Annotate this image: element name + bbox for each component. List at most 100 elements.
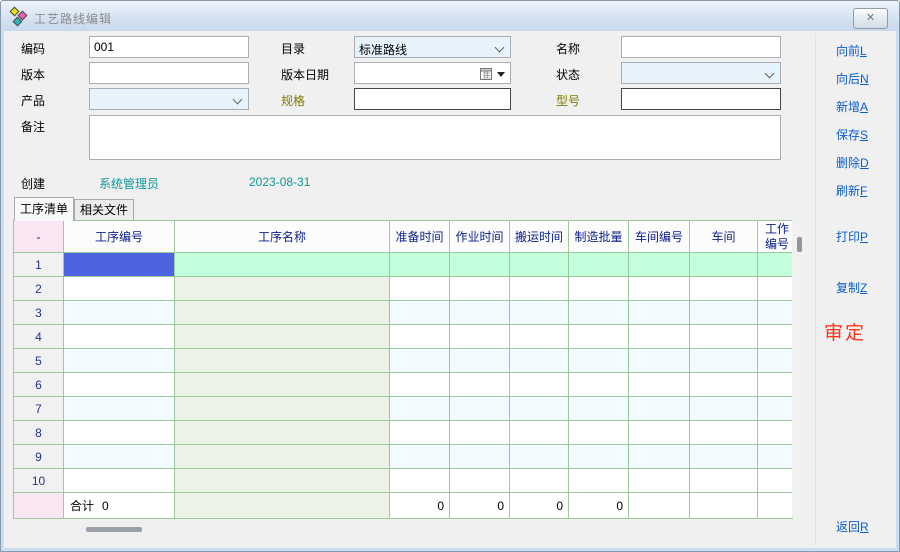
row-number[interactable]: 6 (14, 373, 64, 397)
grid-cell[interactable] (64, 373, 175, 397)
grid-cell[interactable] (450, 325, 510, 349)
row-number[interactable]: 4 (14, 325, 64, 349)
grid-cell[interactable] (690, 421, 758, 445)
grid-cell[interactable] (390, 301, 450, 325)
grid-cell[interactable] (690, 373, 758, 397)
grid-cell[interactable] (450, 349, 510, 373)
grid-cell[interactable] (629, 349, 690, 373)
grid-cell[interactable] (510, 469, 569, 493)
col-header-process-name[interactable]: 工序名称 (175, 221, 390, 253)
grid-cell[interactable] (690, 277, 758, 301)
row-number[interactable]: 1 (14, 253, 64, 277)
row-number[interactable]: 7 (14, 397, 64, 421)
grid-cell[interactable] (175, 277, 390, 301)
row-number[interactable]: 10 (14, 469, 64, 493)
add-button[interactable]: 新增A (836, 98, 868, 115)
model-input[interactable] (621, 88, 781, 110)
grid-cell[interactable] (758, 373, 793, 397)
grid-cell[interactable] (64, 445, 175, 469)
col-header-workshop-code[interactable]: 车间编号 (629, 221, 690, 253)
grid-cell[interactable] (629, 301, 690, 325)
horizontal-scrollbar[interactable] (13, 521, 807, 538)
grid-cell[interactable] (629, 397, 690, 421)
version-input[interactable] (89, 62, 249, 84)
grid-cell[interactable] (629, 325, 690, 349)
grid-cell[interactable] (175, 469, 390, 493)
grid-cell[interactable] (64, 277, 175, 301)
grid-cell[interactable] (569, 277, 629, 301)
forward-button[interactable]: 向前L (836, 42, 867, 59)
grid-cell[interactable] (390, 421, 450, 445)
grid-cell[interactable] (758, 349, 793, 373)
grid-cell[interactable] (690, 301, 758, 325)
grid-cell[interactable] (510, 397, 569, 421)
grid-cell[interactable] (758, 301, 793, 325)
grid-cell[interactable] (510, 421, 569, 445)
grid-cell[interactable] (450, 421, 510, 445)
grid-cell[interactable] (175, 349, 390, 373)
grid-cell[interactable] (450, 253, 510, 277)
product-combo[interactable] (89, 88, 249, 110)
row-number[interactable]: 2 (14, 277, 64, 301)
grid-cell[interactable] (690, 253, 758, 277)
spec-input[interactable] (354, 88, 511, 110)
grid-cell[interactable] (390, 469, 450, 493)
grid-cell[interactable] (569, 373, 629, 397)
grid-cell[interactable] (690, 397, 758, 421)
grid-cell[interactable] (450, 373, 510, 397)
grid-cell[interactable] (758, 325, 793, 349)
name-input[interactable] (621, 36, 781, 58)
vertical-scrollbar[interactable] (792, 220, 807, 518)
grid-cell[interactable] (390, 397, 450, 421)
grid-cell[interactable] (629, 373, 690, 397)
row-number[interactable]: 9 (14, 445, 64, 469)
grid-cell[interactable] (758, 421, 793, 445)
grid-cell[interactable] (690, 469, 758, 493)
grid-corner-header[interactable]: - (14, 221, 64, 253)
grid-cell[interactable] (510, 277, 569, 301)
grid-cell[interactable] (450, 397, 510, 421)
grid-cell[interactable] (390, 373, 450, 397)
grid-cell[interactable] (64, 349, 175, 373)
grid-cell[interactable] (690, 325, 758, 349)
catalog-combo[interactable]: 标准路线 (354, 36, 511, 58)
grid-cell[interactable] (390, 349, 450, 373)
grid-cell[interactable] (64, 469, 175, 493)
refresh-button[interactable]: 刷新F (836, 182, 867, 199)
col-header-prep-time[interactable]: 准备时间 (390, 221, 450, 253)
vertical-scrollbar-thumb[interactable] (797, 237, 802, 252)
grid-cell[interactable] (390, 445, 450, 469)
grid-cell[interactable] (629, 277, 690, 301)
grid-cell[interactable] (64, 325, 175, 349)
grid-cell[interactable] (569, 397, 629, 421)
grid-cell[interactable] (450, 301, 510, 325)
grid-cell[interactable] (569, 253, 629, 277)
grid-cell[interactable] (758, 253, 793, 277)
grid-cell[interactable] (390, 325, 450, 349)
grid-cell[interactable] (569, 301, 629, 325)
grid-cell[interactable] (569, 349, 629, 373)
grid-cell[interactable] (569, 445, 629, 469)
col-header-workshop[interactable]: 车间 (690, 221, 758, 253)
selected-cell[interactable] (64, 253, 175, 277)
grid-cell[interactable] (510, 445, 569, 469)
grid-cell[interactable] (450, 277, 510, 301)
print-button[interactable]: 打印P (836, 228, 868, 245)
row-number[interactable]: 5 (14, 349, 64, 373)
grid-cell[interactable] (175, 253, 390, 277)
horizontal-scrollbar-thumb[interactable] (86, 527, 142, 532)
close-button[interactable]: ✕ (853, 8, 888, 29)
col-header-move-time[interactable]: 搬运时间 (510, 221, 569, 253)
backward-button[interactable]: 向后N (836, 70, 869, 87)
tab-related-files[interactable]: 相关文件 (74, 199, 134, 221)
col-header-work-time[interactable]: 作业时间 (450, 221, 510, 253)
grid-cell[interactable] (569, 421, 629, 445)
grid-cell[interactable] (450, 445, 510, 469)
grid-cell[interactable] (175, 445, 390, 469)
grid-cell[interactable] (569, 469, 629, 493)
grid-cell[interactable] (510, 253, 569, 277)
version-date-input[interactable] (354, 62, 511, 84)
col-header-batch-qty[interactable]: 制造批量 (569, 221, 629, 253)
grid-cell[interactable] (64, 301, 175, 325)
grid-cell[interactable] (629, 469, 690, 493)
